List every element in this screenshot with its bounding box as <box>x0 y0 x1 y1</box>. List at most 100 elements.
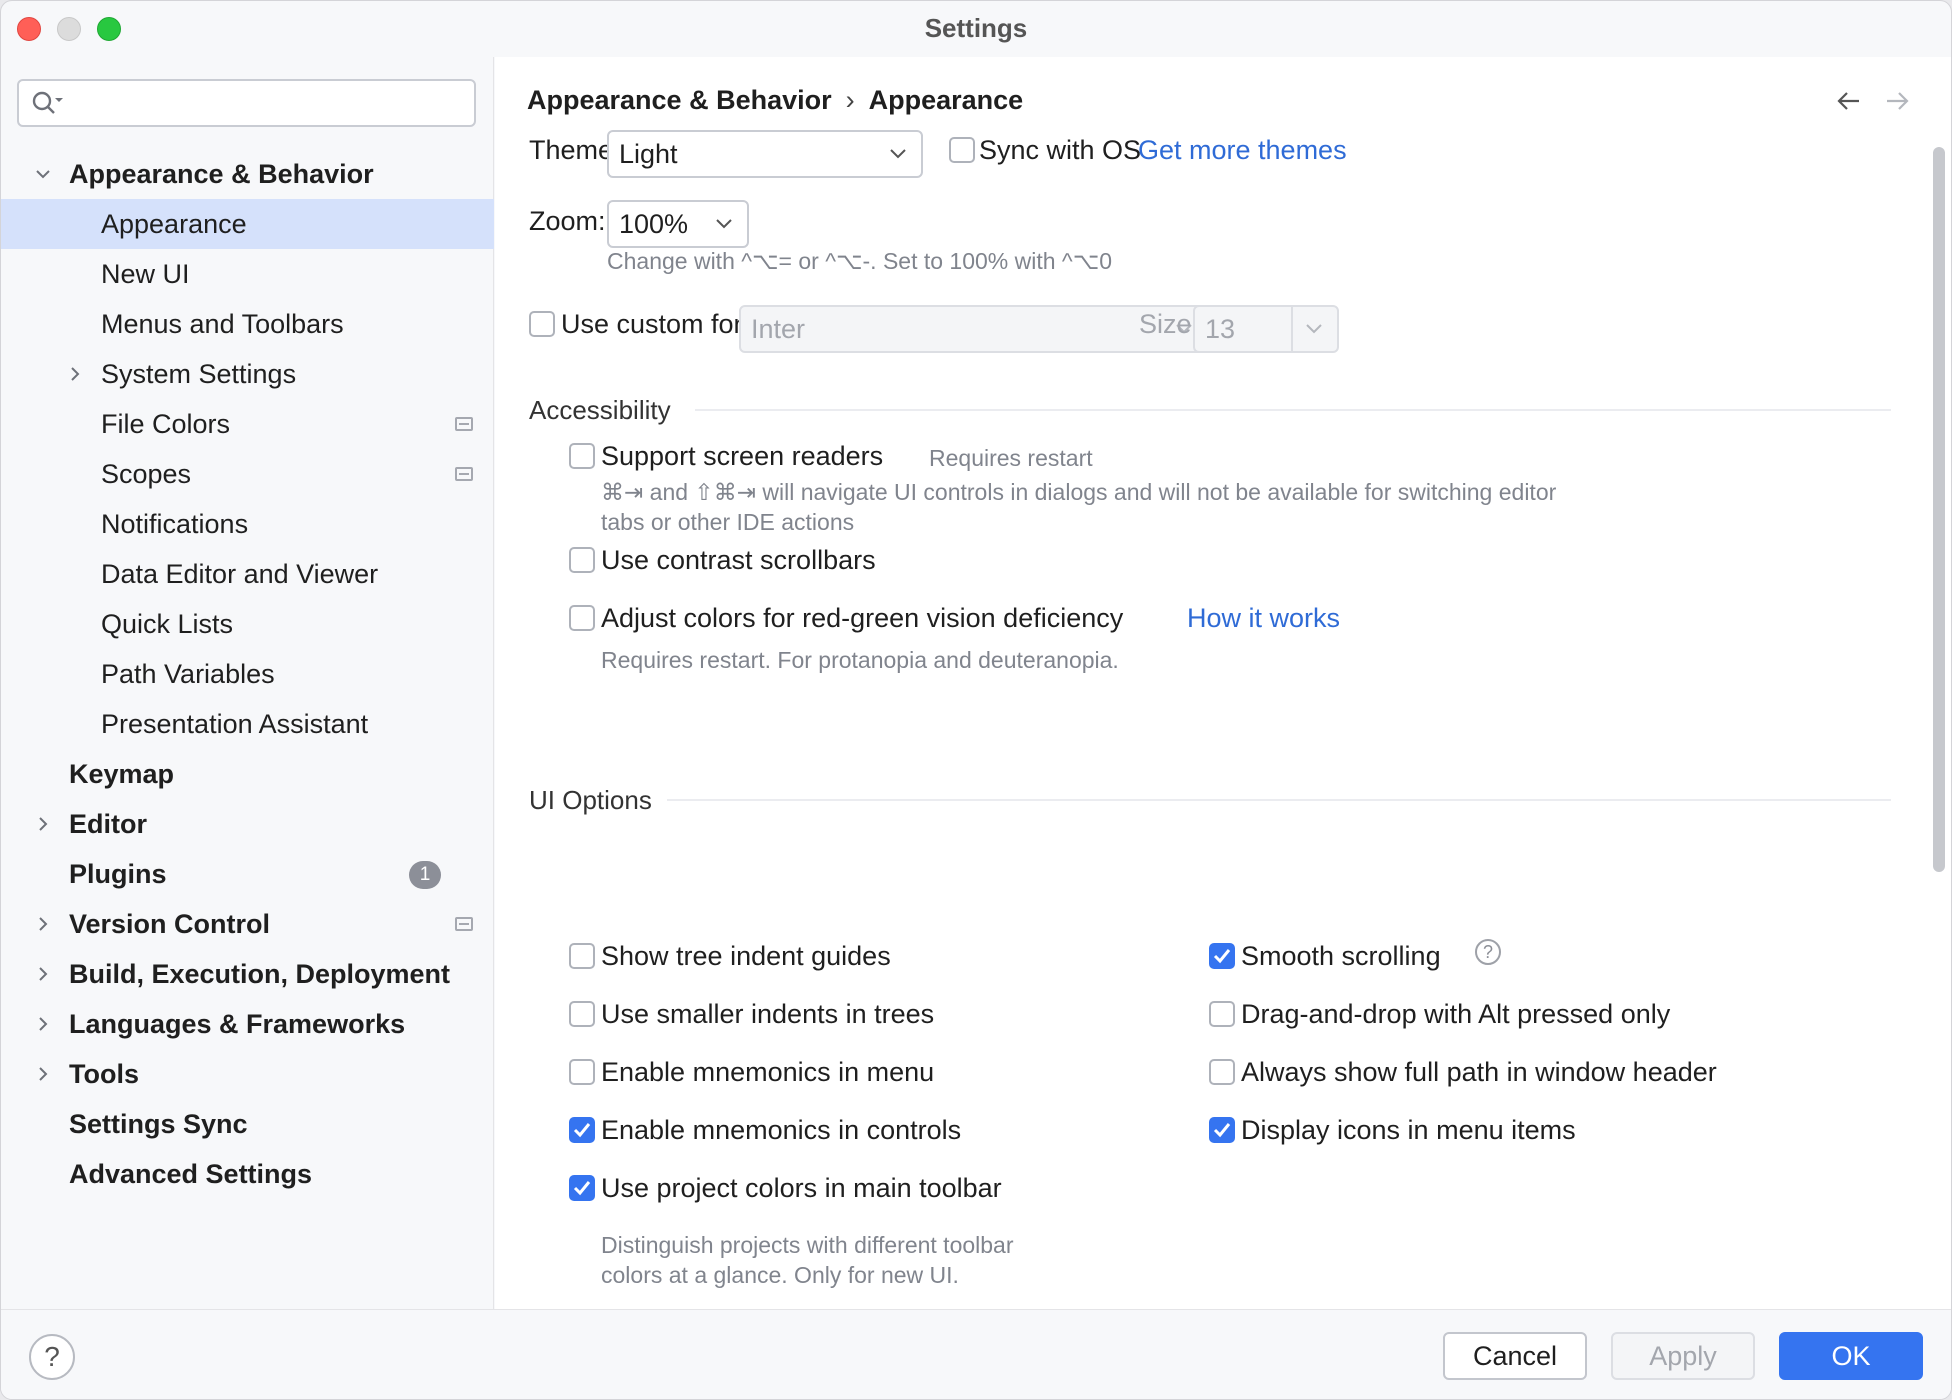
sidebar-item[interactable]: Presentation Assistant <box>1 699 494 749</box>
sync-with-os-checkbox[interactable] <box>949 137 975 163</box>
sidebar-item-label: Notifications <box>101 509 249 539</box>
sidebar-item[interactable]: Languages & Frameworks <box>1 999 494 1049</box>
custom-font-label[interactable]: Use custom font: <box>561 309 764 340</box>
font-value: Inter <box>751 314 806 344</box>
sidebar-item-label: Quick Lists <box>101 609 234 639</box>
option-label[interactable]: Use project colors in main toolbar <box>601 1173 1002 1204</box>
option-checkbox[interactable] <box>569 1059 595 1085</box>
sidebar-item[interactable]: Build, Execution, Deployment <box>1 949 494 999</box>
option-checkbox[interactable] <box>1209 943 1235 969</box>
appearance-panel: Appearance & Behavior › Appearance Theme: … <box>495 57 1951 1309</box>
option-checkbox[interactable] <box>1209 1059 1235 1085</box>
screen-readers-hint-line1: ⌘⇥ and ⇧⌘⇥ will navigate UI controls in … <box>601 479 1557 505</box>
vertical-scrollbar[interactable] <box>1933 147 1945 872</box>
sidebar-item-label: Tools <box>69 1059 139 1089</box>
option-label[interactable]: Drag-and-drop with Alt pressed only <box>1241 999 1670 1030</box>
search-icon <box>31 90 65 123</box>
checkmark-icon <box>573 1181 591 1196</box>
sync-with-os-label[interactable]: Sync with OS <box>979 135 1141 166</box>
sidebar-item[interactable]: Path Variables <box>1 649 494 699</box>
settings-search-input[interactable] <box>17 79 476 127</box>
sidebar-item[interactable]: Appearance <box>1 199 494 249</box>
chevron-down-icon[interactable] <box>35 166 51 182</box>
forward-arrow-icon[interactable] <box>1883 89 1911 113</box>
sidebar-item-label: Languages & Frameworks <box>69 1009 406 1039</box>
sidebar-item-label: Version Control <box>69 909 271 939</box>
ok-button[interactable]: OK <box>1779 1332 1923 1380</box>
zoom-label: Zoom: <box>529 206 606 236</box>
sidebar-item[interactable]: Keymap <box>1 749 494 799</box>
update-count-badge: 1 <box>409 861 441 889</box>
help-icon[interactable]: ? <box>1475 939 1501 965</box>
window-title: Settings <box>924 13 1028 43</box>
sidebar-item[interactable]: Editor <box>1 799 494 849</box>
sidebar-item[interactable]: File Colors <box>1 399 494 449</box>
option-label[interactable]: Display icons in menu items <box>1241 1115 1576 1146</box>
back-arrow-icon[interactable] <box>1835 89 1863 113</box>
option-label[interactable]: Use smaller indents in trees <box>601 999 934 1030</box>
chevron-down-icon <box>1306 324 1322 334</box>
sidebar-item[interactable]: Plugins 1 <box>1 849 494 899</box>
sidebar-item-label: Scopes <box>101 459 192 489</box>
sidebar-item-label: Advanced Settings <box>69 1159 313 1189</box>
sidebar-item[interactable]: Tools <box>1 1049 494 1099</box>
screen-readers-label[interactable]: Support screen readers <box>601 441 883 472</box>
option-checkbox[interactable] <box>1209 1001 1235 1027</box>
sidebar-item-label: Data Editor and Viewer <box>101 559 379 589</box>
chevron-right-icon[interactable] <box>67 366 83 382</box>
sidebar-item[interactable]: Scopes <box>1 449 494 499</box>
option-checkbox[interactable] <box>569 1175 595 1201</box>
sidebar-item[interactable]: New UI <box>1 249 494 299</box>
contrast-scrollbars-checkbox[interactable] <box>569 547 595 573</box>
option-label[interactable]: Always show full path in window header <box>1241 1057 1717 1088</box>
breadcrumb-separator: › <box>845 85 855 115</box>
sidebar-item[interactable]: Notifications <box>1 499 494 549</box>
project-level-icon <box>455 417 473 431</box>
sidebar-item[interactable]: Settings Sync <box>1 1099 494 1149</box>
breadcrumb-parent[interactable]: Appearance & Behavior <box>527 85 832 115</box>
option-checkbox[interactable] <box>569 943 595 969</box>
theme-dropdown[interactable]: Light <box>607 130 923 178</box>
how-it-works-link[interactable]: How it works <box>1187 603 1340 634</box>
checkmark-icon <box>1213 1123 1231 1138</box>
apply-button[interactable]: Apply <box>1611 1332 1755 1380</box>
sidebar-item[interactable]: Quick Lists <box>1 599 494 649</box>
combo-divider <box>1291 307 1293 351</box>
sidebar-item-label: Build, Execution, Deployment <box>69 959 451 989</box>
chevron-right-icon[interactable] <box>35 966 51 982</box>
chevron-right-icon[interactable] <box>35 916 51 932</box>
zoom-dropdown[interactable]: 100% <box>607 200 749 248</box>
sidebar-item-label: File Colors <box>101 409 231 439</box>
option-label[interactable]: Enable mnemonics in controls <box>601 1115 961 1146</box>
ui-options-section-title: UI Options <box>529 785 652 815</box>
sidebar-item[interactable]: Advanced Settings <box>1 1149 494 1199</box>
help-button[interactable]: ? <box>29 1334 75 1380</box>
option-label[interactable]: Smooth scrolling <box>1241 941 1441 972</box>
custom-font-checkbox[interactable] <box>529 311 555 337</box>
option-label[interactable]: Show tree indent guides <box>601 941 891 972</box>
sidebar-item[interactable]: Version Control <box>1 899 494 949</box>
sidebar-item[interactable]: Data Editor and Viewer <box>1 549 494 599</box>
chevron-right-icon[interactable] <box>35 1066 51 1082</box>
option-label[interactable]: Enable mnemonics in menu <box>601 1057 934 1088</box>
chevron-right-icon[interactable] <box>35 816 51 832</box>
sidebar-item[interactable]: Menus and Toolbars <box>1 299 494 349</box>
chevron-right-icon[interactable] <box>35 1016 51 1032</box>
option-checkbox[interactable] <box>569 1117 595 1143</box>
zoom-value: 100% <box>619 209 689 239</box>
font-size-dropdown: 13 <box>1193 305 1339 353</box>
color-deficiency-checkbox[interactable] <box>569 605 595 631</box>
get-more-themes-link[interactable]: Get more themes <box>1138 135 1347 166</box>
screen-readers-checkbox[interactable] <box>569 443 595 469</box>
sidebar-item[interactable]: Appearance & Behavior <box>1 149 494 199</box>
dialog-footer: ? Cancel Apply OK <box>1 1309 1951 1399</box>
font-size-value: 13 <box>1205 314 1236 344</box>
option-checkbox[interactable] <box>1209 1117 1235 1143</box>
cancel-button[interactable]: Cancel <box>1443 1332 1587 1380</box>
settings-sidebar: Appearance & Behavior Appearance New UI Men… <box>1 57 494 1309</box>
color-deficiency-hint: Requires restart. For protanopia and deu… <box>601 647 1119 673</box>
color-deficiency-label[interactable]: Adjust colors for red-green vision defic… <box>601 603 1123 634</box>
contrast-scrollbars-label[interactable]: Use contrast scrollbars <box>601 545 876 576</box>
sidebar-item[interactable]: System Settings <box>1 349 494 399</box>
option-checkbox[interactable] <box>569 1001 595 1027</box>
